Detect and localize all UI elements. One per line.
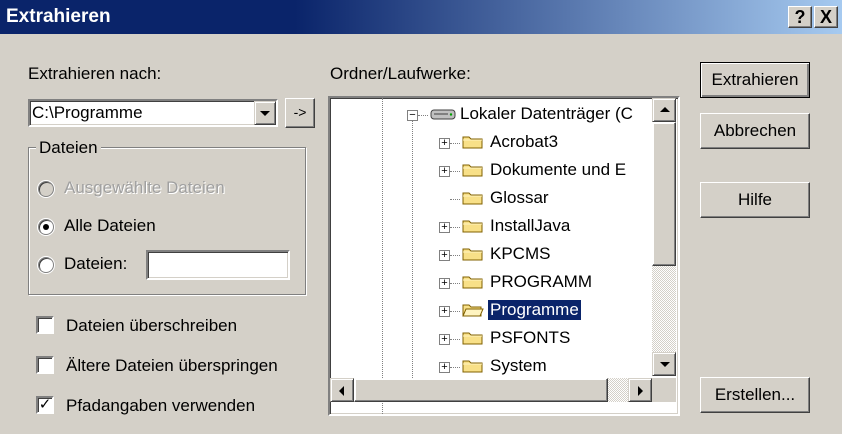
scroll-up-button[interactable]: [652, 98, 676, 122]
tree-vscrollbar[interactable]: [652, 98, 676, 376]
expand-icon[interactable]: +: [439, 362, 450, 373]
folder-icon: [462, 248, 483, 261]
use-paths-checkbox[interactable]: ✓: [36, 396, 54, 414]
radio-all-files[interactable]: [38, 219, 54, 235]
folder-tree[interactable]: − Lokaler Datenträger (C + Acrobat3 + Dok…: [328, 96, 680, 416]
help-button[interactable]: Hilfe: [700, 182, 810, 218]
folders-label: Ordner/Laufwerke:: [330, 64, 471, 83]
tree-item-label: InstallJava: [490, 216, 571, 235]
skip-older-label[interactable]: Ältere Dateien überspringen: [66, 356, 278, 376]
files-pattern-input[interactable]: [146, 250, 290, 280]
window-title: Extrahieren: [6, 6, 111, 27]
expand-icon[interactable]: +: [439, 278, 450, 289]
collapse-icon[interactable]: −: [407, 110, 418, 121]
chevron-down-icon: [260, 111, 270, 116]
expand-icon[interactable]: +: [439, 138, 450, 149]
radio-files-pattern[interactable]: [38, 257, 54, 273]
radio-all-files-label[interactable]: Alle Dateien: [64, 216, 156, 236]
extract-dialog: Extrahieren ? X Extrahieren nach: C:\Pro…: [0, 0, 842, 434]
folder-icon: [462, 360, 483, 373]
tree-item-label: KPCMS: [490, 244, 551, 263]
tree-item-label: Glossar: [490, 188, 549, 207]
arrow-down-icon: [660, 362, 670, 367]
arrow-right-icon: [638, 386, 643, 396]
title-bar[interactable]: Extrahieren ? X: [0, 0, 842, 34]
browse-arrow-button[interactable]: ->: [285, 98, 315, 128]
folder-icon: [462, 332, 483, 345]
overwrite-label[interactable]: Dateien überschreiben: [66, 316, 237, 336]
scroll-left-button[interactable]: [330, 378, 354, 402]
close-title-button[interactable]: X: [814, 6, 838, 28]
tree-hscrollbar[interactable]: [330, 378, 652, 402]
folder-icon: [462, 136, 483, 149]
overwrite-checkbox[interactable]: [36, 316, 54, 334]
extract-to-combobox[interactable]: C:\Programme: [28, 99, 278, 127]
folder-icon: [462, 276, 483, 289]
expand-icon[interactable]: +: [439, 250, 450, 261]
expand-icon[interactable]: +: [439, 166, 450, 177]
radio-files-pattern-label[interactable]: Dateien:: [64, 254, 127, 274]
scroll-thumb-horizontal[interactable]: [354, 378, 608, 402]
arrow-left-icon: [339, 386, 344, 396]
tree-item-label: Dokumente und E: [490, 160, 627, 179]
expand-icon[interactable]: +: [439, 222, 450, 233]
tree-item-label: PSFONTS: [490, 328, 571, 347]
folder-icon: [462, 164, 483, 177]
radio-selected-files-label: Ausgewählte Dateien: [64, 178, 225, 197]
drive-icon: [430, 109, 456, 120]
tree-item-label: System: [490, 356, 547, 375]
folder-icon: [462, 192, 483, 205]
expand-icon[interactable]: +: [439, 306, 450, 317]
extract-to-label: Extrahieren nach:: [28, 64, 162, 83]
arrow-up-icon: [660, 107, 670, 112]
combo-dropdown-button[interactable]: [254, 101, 276, 125]
use-paths-label[interactable]: Pfadangaben verwenden: [66, 396, 255, 416]
extract-to-value: C:\Programme: [32, 103, 143, 122]
cancel-button[interactable]: Abbrechen: [700, 113, 810, 149]
extract-button[interactable]: Extrahieren: [700, 62, 810, 98]
create-button[interactable]: Erstellen...: [700, 377, 810, 413]
folder-open-icon: [462, 304, 484, 317]
scroll-thumb-vertical[interactable]: [652, 122, 676, 266]
tree-item-label: PROGRAMM: [490, 272, 592, 291]
expand-icon[interactable]: +: [439, 334, 450, 345]
help-title-button[interactable]: ?: [788, 6, 812, 28]
scroll-corner: [652, 378, 676, 402]
scroll-right-button[interactable]: [628, 378, 652, 402]
tree-item-label: Programme: [487, 299, 582, 321]
folder-icon: [462, 220, 483, 233]
radio-selected-files: [38, 181, 54, 197]
tree-item-label: Acrobat3: [490, 132, 559, 151]
skip-older-checkbox[interactable]: [36, 356, 54, 374]
drive-label: Lokaler Datenträger (C: [460, 104, 633, 123]
files-group-legend: Dateien: [36, 138, 101, 158]
scroll-down-button[interactable]: [652, 352, 676, 376]
